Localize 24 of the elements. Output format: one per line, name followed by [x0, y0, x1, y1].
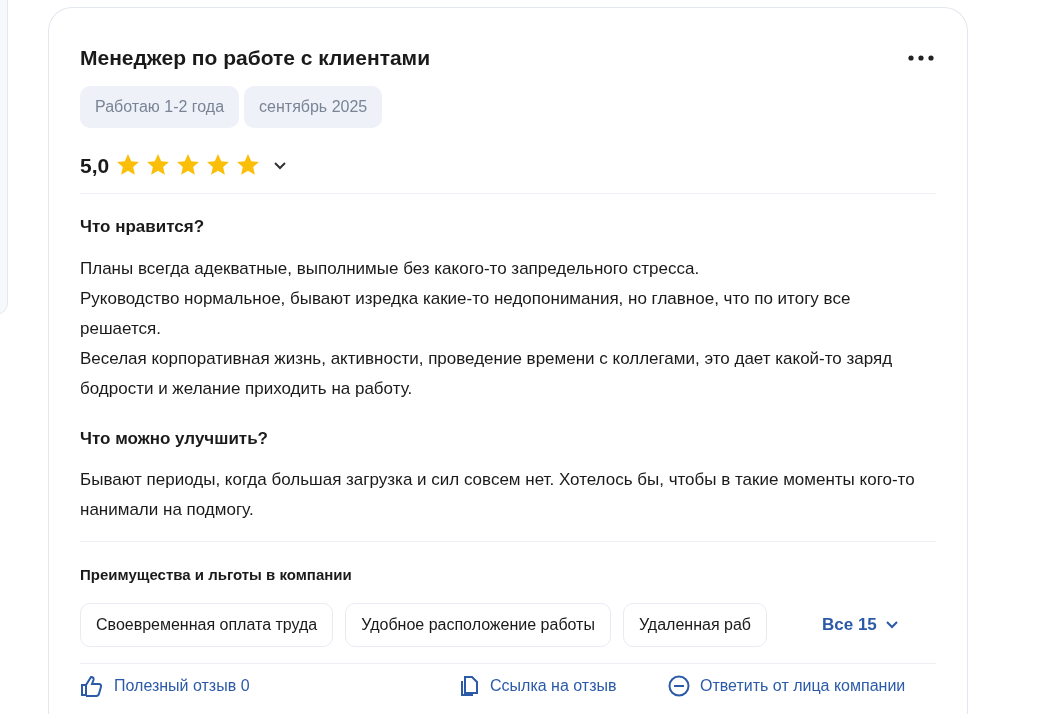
reply-action[interactable]: Ответить от лица компании — [668, 673, 906, 698]
thumbs-up-icon — [80, 674, 104, 697]
review-title: Менеджер по работе с клиентами — [80, 45, 431, 71]
review-text: Планы всегда адекватные, выполнимые без какого-то запредельного стресса. — [80, 257, 701, 280]
like-action[interactable]: Полезный отзыв 0 — [80, 673, 458, 698]
more-options-icon[interactable] — [908, 53, 934, 62]
benefit-chip: Удобное расположение работы — [345, 602, 611, 647]
review-text: Руководство нормальное, бывают изредка какие-то недопонимания, но главное, что по итогу все решается. — [80, 287, 852, 340]
benefit-chip: Своевременная оплата труда — [80, 602, 334, 647]
benefit-chip: Удаленная раб — [622, 602, 767, 647]
show-all-button[interactable]: Все 15 — [822, 611, 899, 638]
document-icon — [458, 674, 480, 697]
section-heading: Что можно улучшить? — [80, 427, 269, 450]
chevron-down-icon[interactable] — [273, 160, 288, 170]
rating-value: 5,0 — [80, 152, 110, 179]
minus-circle-icon — [668, 674, 690, 697]
review-text: Веселая корпоративная жизнь, активности, проведение времени с коллегами, это дает какой-то заряд бодрости и желание приходить на работу. — [80, 347, 894, 400]
chevron-down-icon — [884, 620, 899, 629]
tag: сентябрь 2025 — [244, 85, 383, 128]
link-action[interactable]: Ссылка на отзыв — [458, 673, 668, 698]
benefits-heading: Преимущества и льготы в компании — [80, 565, 353, 585]
section-heading: Что нравится? — [80, 216, 206, 238]
tag: Работаю 1-2 года — [80, 85, 240, 128]
review-text: Бывают периоды, когда большая загрузка и сил совсем нет. Хотелось бы, чтобы в такие моменты кого-то нанимали на подмогу. — [80, 469, 915, 521]
